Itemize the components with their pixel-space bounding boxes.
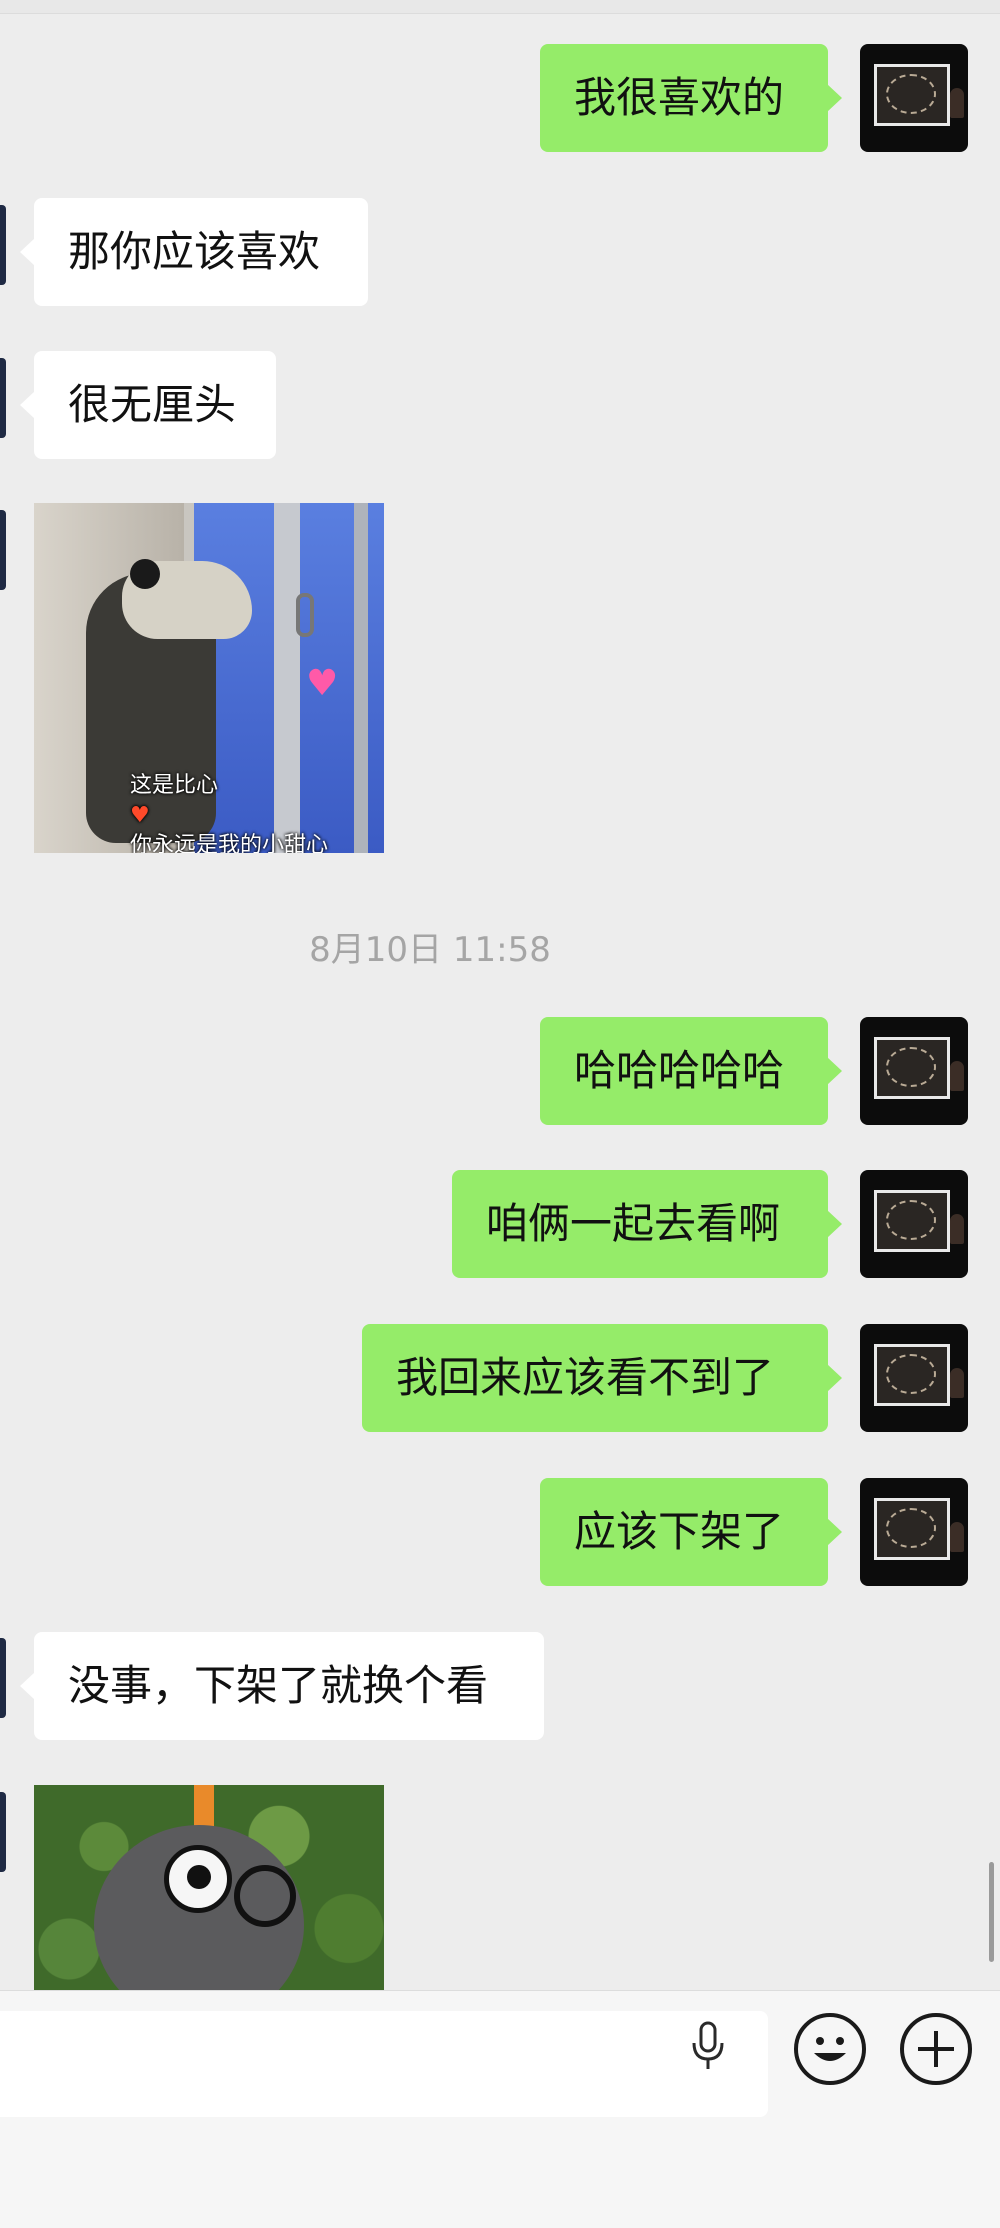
message-bubble-sent[interactable]: 我很喜欢的 [540, 44, 842, 152]
contact-avatar-edge[interactable] [0, 510, 6, 590]
message-bubble-received[interactable]: 没事，下架了就换个看 [20, 1632, 544, 1740]
microphone-icon[interactable] [690, 2021, 726, 2071]
contact-avatar-edge[interactable] [0, 1638, 6, 1718]
sticker-image-possum[interactable]: ♥ 这是比心 ♥ 你永远是我的小甜心 [34, 503, 384, 853]
message-text: 没事，下架了就换个看 [68, 1661, 489, 1710]
contact-avatar-edge[interactable] [0, 358, 6, 438]
input-bar [0, 1990, 1000, 2228]
message-bubble-received[interactable]: 那你应该喜欢 [20, 198, 368, 306]
chat-area[interactable]: 我很喜欢的 那你应该喜欢 很无厘头 ♥ 这是比心 ♥ 你永远是我的小甜心 8月10… [0, 0, 1000, 1990]
message-bubble-sent[interactable]: 哈哈哈哈哈 [540, 1017, 842, 1125]
contact-avatar-edge[interactable] [0, 1792, 6, 1872]
message-input[interactable] [0, 2011, 768, 2117]
contact-avatar-edge[interactable] [0, 205, 6, 285]
timestamp: 8月10日 11:58 [309, 930, 551, 970]
message-text: 我很喜欢的 [574, 73, 785, 122]
message-bubble-sent[interactable]: 咱俩一起去看啊 [452, 1170, 842, 1278]
my-avatar[interactable] [860, 44, 968, 152]
sticker-image-cartoon[interactable] [34, 1785, 384, 1990]
my-avatar[interactable] [860, 1478, 968, 1586]
message-text: 应该下架了 [574, 1507, 785, 1556]
message-text: 咱俩一起去看啊 [486, 1199, 781, 1248]
message-text: 那你应该喜欢 [68, 227, 321, 276]
my-avatar[interactable] [860, 1170, 968, 1278]
message-bubble-received[interactable]: 很无厘头 [20, 351, 276, 459]
my-avatar[interactable] [860, 1017, 968, 1125]
scrollbar[interactable] [989, 1862, 994, 1962]
emoji-icon[interactable] [794, 2013, 866, 2085]
message-text: 我回来应该看不到了 [396, 1353, 775, 1402]
pink-heart-icon: ♥ [306, 663, 339, 704]
my-avatar[interactable] [860, 1324, 968, 1432]
message-text: 哈哈哈哈哈 [574, 1046, 785, 1095]
red-heart-icon: ♥ [130, 803, 150, 828]
message-text: 很无厘头 [68, 380, 237, 429]
plus-icon[interactable] [900, 2013, 972, 2085]
message-bubble-sent[interactable]: 应该下架了 [540, 1478, 842, 1586]
sticker-caption: 这是比心 ♥ 你永远是我的小甜心 [130, 773, 329, 853]
message-bubble-sent[interactable]: 我回来应该看不到了 [362, 1324, 842, 1432]
